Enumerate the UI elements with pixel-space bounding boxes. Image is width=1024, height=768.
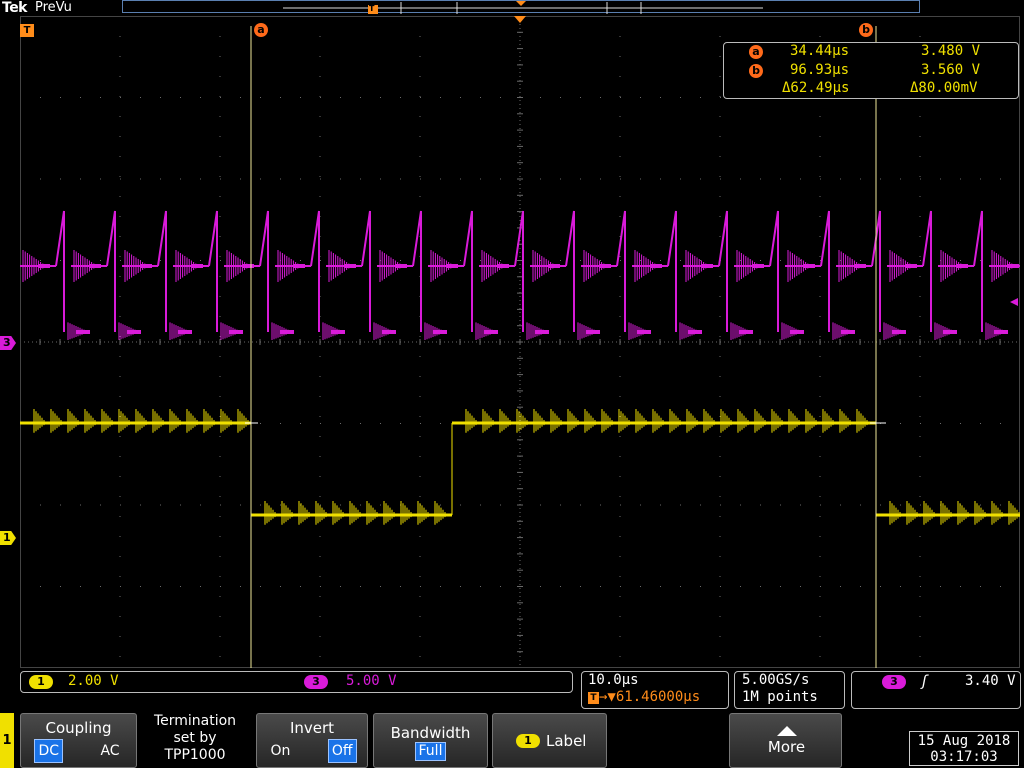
acquisition-readout[interactable]: 5.00GS/s 1M points bbox=[734, 671, 845, 709]
coupling-title: Coupling bbox=[45, 719, 112, 737]
more-label: More bbox=[767, 738, 806, 756]
coupling-button[interactable]: Coupling DC AC bbox=[20, 713, 137, 768]
cursor-a-voltage: 3.480 V bbox=[921, 43, 981, 59]
trigger-delay: →▼61.46000µs bbox=[599, 689, 701, 705]
termination-line-3: TPP1000 bbox=[164, 747, 226, 763]
record-length: 1M points bbox=[742, 689, 818, 705]
acquisition-mode: PreVu bbox=[35, 0, 72, 15]
cursor-a-marker[interactable]: a bbox=[254, 23, 268, 37]
cursor-a-badge: a bbox=[749, 45, 763, 59]
cursor-delta-voltage: Δ80.00mV bbox=[910, 80, 978, 96]
trigger-source-badge: 3 bbox=[882, 675, 906, 689]
bandwidth-button[interactable]: Bandwidth Full bbox=[373, 713, 488, 768]
date-time-display: 15 Aug 2018 03:17:03 bbox=[909, 731, 1019, 766]
termination-info: Termination set by TPP1000 bbox=[139, 713, 251, 768]
trigger-position-arrow bbox=[514, 16, 526, 23]
channel-1-ground-marker[interactable]: 1 bbox=[0, 531, 16, 545]
cursor-readout: a 34.44µs 3.480 V b 96.93µs 3.560 V Δ62.… bbox=[723, 42, 1019, 99]
menu-channel-tab: 1 bbox=[0, 713, 14, 768]
cursor-lines bbox=[245, 26, 886, 668]
ch3-edges bbox=[20, 210, 1020, 332]
cursor-a-time: 34.44µs bbox=[790, 43, 850, 59]
label-button[interactable]: 1 Label bbox=[492, 713, 607, 768]
channel-1-waveform bbox=[20, 409, 1020, 525]
timebase-scale: 10.0µs bbox=[588, 672, 639, 688]
channel-3-badge: 3 bbox=[304, 675, 328, 689]
record-view-bar[interactable]: T bbox=[122, 0, 920, 14]
invert-button[interactable]: Invert On Off bbox=[256, 713, 368, 768]
invert-on-option[interactable]: On bbox=[267, 740, 293, 762]
time: 03:17:03 bbox=[930, 749, 998, 765]
graticule-grid bbox=[20, 16, 1020, 668]
rising-edge-icon: ʃ bbox=[922, 672, 928, 690]
bandwidth-title: Bandwidth bbox=[390, 724, 471, 742]
waveform-display[interactable] bbox=[20, 16, 1020, 668]
label-channel-badge: 1 bbox=[516, 734, 540, 748]
invert-title: Invert bbox=[289, 719, 335, 737]
cursor-delta-time: Δ62.49µs bbox=[782, 80, 850, 96]
cursor-b-voltage: 3.560 V bbox=[921, 62, 981, 78]
horizontal-readout[interactable]: 10.0µs T →▼61.46000µs bbox=[581, 671, 729, 709]
cursor-b-badge: b bbox=[749, 64, 763, 78]
label-text: Label bbox=[546, 732, 587, 750]
termination-line-1: Termination bbox=[153, 713, 237, 729]
vertical-scale-readout[interactable]: 1 2.00 V 3 5.00 V bbox=[20, 671, 573, 693]
channel-1-badge: 1 bbox=[29, 675, 53, 689]
date: 15 Aug 2018 bbox=[917, 733, 1011, 749]
sample-rate: 5.00GS/s bbox=[742, 672, 810, 688]
cursor-b-time: 96.93µs bbox=[790, 62, 850, 78]
trigger-level: 3.40 V bbox=[965, 673, 1016, 689]
trigger-delay-badge: T bbox=[588, 692, 599, 704]
channel-3-scale: 5.00 V bbox=[346, 673, 397, 689]
trigger-readout[interactable]: 3 ʃ 3.40 V bbox=[851, 671, 1021, 709]
channel-1-scale: 2.00 V bbox=[68, 673, 119, 689]
chevron-up-icon bbox=[777, 726, 797, 736]
status-bar: Tek PreVu T bbox=[0, 0, 1024, 16]
coupling-dc-option[interactable]: DC bbox=[34, 739, 63, 763]
coupling-ac-option[interactable]: AC bbox=[97, 740, 122, 762]
trigger-level-arrow bbox=[1010, 298, 1018, 306]
brand-logo: Tek bbox=[2, 0, 28, 16]
record-view-indicator bbox=[283, 1, 763, 14]
trigger-position-marker[interactable]: T bbox=[20, 24, 34, 37]
more-button[interactable]: More bbox=[729, 713, 842, 768]
record-trigger-badge: T bbox=[369, 4, 375, 13]
channel-3-ground-marker[interactable]: 3 bbox=[0, 336, 16, 350]
cursor-b-marker[interactable]: b bbox=[859, 23, 873, 37]
termination-line-2: set by bbox=[173, 730, 217, 746]
bandwidth-value: Full bbox=[414, 742, 447, 761]
invert-off-option[interactable]: Off bbox=[327, 739, 357, 763]
